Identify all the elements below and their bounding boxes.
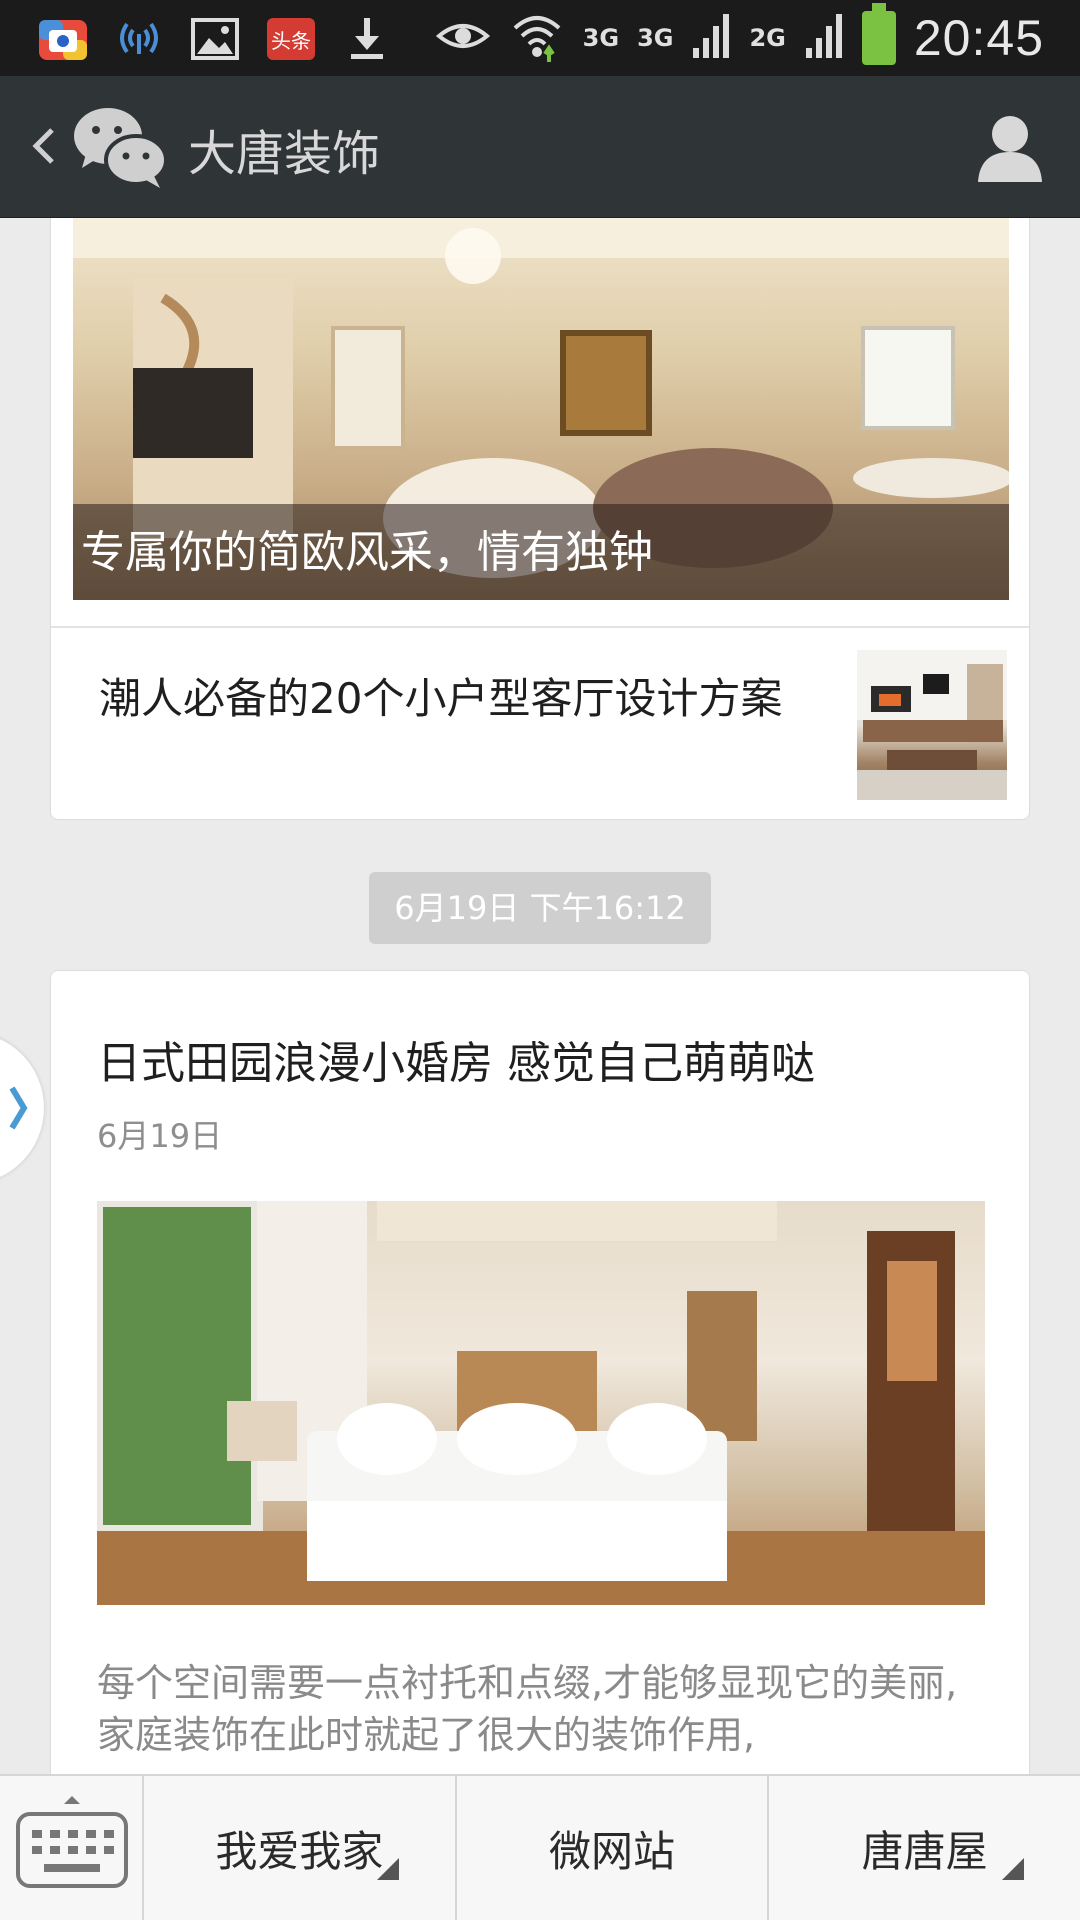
menu-item-label: 唐唐屋 — [861, 1826, 988, 1876]
baidu-app-icon — [36, 11, 90, 65]
keyboard-icon — [16, 1796, 128, 1888]
page-title: 大唐装饰 — [188, 126, 381, 182]
sub-article-title[interactable]: 潮人必备的20个小户型客厅设计方案 — [99, 670, 839, 728]
cover-caption: 专属你的简欧风采，情有独钟 — [81, 527, 653, 578]
single-article-card[interactable]: 日式田园浪漫小婚房 感觉自己萌萌哒 6月19日 每个空间需要一点衬托和点缀,才能… — [50, 970, 1030, 1780]
signal-icon — [691, 12, 731, 64]
living-room-thumbnail-image — [857, 650, 1007, 800]
submenu-indicator-icon — [376, 1858, 399, 1880]
multi-article-card: 专属你的简欧风采，情有独钟 潮人必备的20个小户型客厅设计方案 — [50, 218, 1030, 820]
profile-button[interactable] — [976, 112, 1044, 184]
japanese-room-image — [97, 1201, 985, 1605]
eye-icon — [435, 16, 491, 60]
sub-article-thumbnail[interactable] — [857, 650, 1007, 800]
bottom-menu: 我爱我家 微网站 唐唐屋 — [0, 1774, 1080, 1920]
wechat-chat-icon — [72, 102, 168, 190]
wireless-icon — [112, 11, 166, 65]
chevron-right-icon — [9, 1086, 28, 1130]
network-type-3: 2G — [749, 24, 786, 52]
message-timestamp: 6月19日 下午16:12 — [369, 872, 711, 944]
chat-header: 大唐装饰 — [0, 76, 1080, 218]
submenu-indicator-icon — [1002, 1858, 1025, 1880]
clock: 20:45 — [913, 10, 1044, 66]
back-button[interactable] — [22, 116, 62, 176]
network-type-1: 3G — [582, 24, 620, 52]
menu-item-tang-tang-wu[interactable]: 唐唐屋 — [769, 1776, 1080, 1920]
image-icon — [188, 11, 242, 65]
menu-item-wo-ai-wo-jia[interactable]: 我爱我家 — [144, 1776, 457, 1920]
keyboard-toggle-button[interactable] — [0, 1776, 144, 1920]
article-title[interactable]: 日式田园浪漫小婚房 感觉自己萌萌哒 — [97, 1027, 815, 1091]
signal-icon — [804, 12, 844, 64]
person-icon — [978, 116, 1042, 182]
article-cover-image[interactable] — [97, 1201, 985, 1605]
notification-icons: 头条 — [36, 10, 394, 66]
system-indicators: 3G 3G 2G 20:45 — [435, 0, 1044, 76]
article-summary: 每个空间需要一点衬托和点缀,才能够显现它的美丽,家庭装饰在此时就起了很大的装饰作… — [97, 1661, 958, 1757]
divider — [51, 626, 1029, 628]
menu-item-wei-wang-zhan[interactable]: 微网站 — [457, 1776, 770, 1920]
chevron-left-icon — [32, 128, 54, 164]
menu-item-label: 我爱我家 — [215, 1826, 384, 1876]
toutiao-label: 头条 — [271, 29, 311, 53]
article-date: 6月19日 — [97, 1117, 223, 1155]
download-icon — [340, 11, 394, 65]
network-type-2: 3G — [637, 24, 674, 52]
side-drawer-handle[interactable] — [0, 1032, 44, 1184]
menu-item-label: 微网站 — [549, 1826, 676, 1876]
wifi-icon — [509, 8, 565, 68]
toutiao-icon: 头条 — [264, 11, 318, 65]
cover-article[interactable]: 专属你的简欧风采，情有独钟 — [73, 218, 1009, 600]
status-bar: 头条 3G 3G 2G 20:45 — [0, 0, 1080, 76]
battery-icon — [861, 3, 896, 65]
